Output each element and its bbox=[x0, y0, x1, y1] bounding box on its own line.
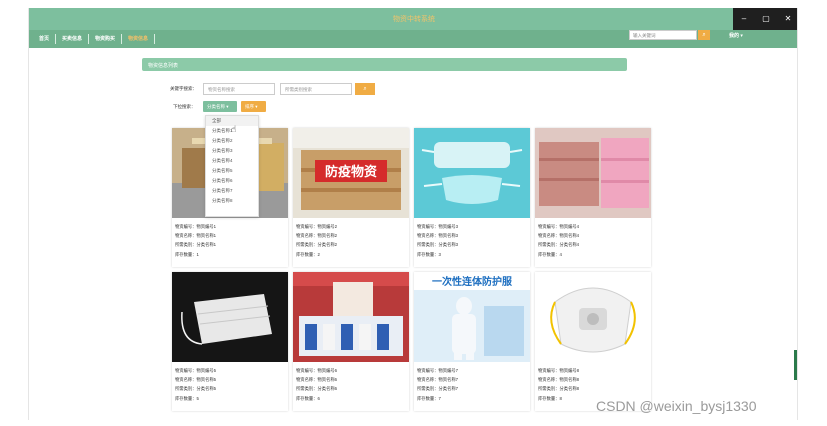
product-type: 所需类别：分类名称4 bbox=[538, 242, 580, 247]
side-scroll-indicator[interactable] bbox=[794, 350, 797, 380]
product-type: 所需类别：分类名称2 bbox=[296, 242, 338, 247]
product-stock: 库存数量：8 bbox=[538, 396, 562, 401]
product-name: 物资名称：物资名称2 bbox=[296, 233, 338, 238]
product-code: 物资编号：物资编号1 bbox=[175, 224, 217, 229]
header-search-button[interactable]: ⌕ bbox=[698, 30, 710, 40]
nav-divider bbox=[55, 34, 56, 44]
pointer-cursor-icon: ☝ bbox=[231, 124, 237, 134]
product-stock: 库存数量：1 bbox=[175, 252, 199, 257]
header-search-input[interactable]: 输入关键词 bbox=[629, 30, 697, 40]
menu-item[interactable]: 分类名称8 bbox=[206, 196, 258, 206]
product-name: 物资名称：物资名称6 bbox=[296, 377, 338, 382]
name-search-input[interactable]: 物资名称搜索 bbox=[203, 83, 275, 95]
product-code: 物资编号：物资编号2 bbox=[296, 224, 338, 229]
menu-item[interactable]: 分类名称3 bbox=[206, 146, 258, 156]
product-image bbox=[535, 272, 651, 362]
product-stock: 库存数量：6 bbox=[296, 396, 320, 401]
minimize-button[interactable]: – bbox=[733, 8, 755, 30]
dropdown-label: 下拉搜索： bbox=[173, 104, 196, 109]
product-name: 物资名称：物资名称3 bbox=[417, 233, 459, 238]
product-image bbox=[535, 128, 651, 218]
section-header: 物资信息列表 bbox=[142, 58, 627, 71]
menu-item[interactable]: 分类名称2 bbox=[206, 136, 258, 146]
product-image bbox=[414, 128, 530, 218]
product-code: 物资编号：物资编号7 bbox=[417, 368, 459, 373]
product-stock: 库存数量：7 bbox=[417, 396, 441, 401]
product-type: 所需类别：分类名称8 bbox=[538, 386, 580, 391]
product-image: 一次性连体防护服 bbox=[414, 272, 530, 362]
banner-text: 防疫物资 bbox=[325, 164, 377, 180]
product-card[interactable]: 物资编号：物资编号6 物资名称：物资名称6 所需类别：分类名称6 库存数量：6 bbox=[293, 272, 409, 411]
maximize-button[interactable]: ▢ bbox=[755, 8, 777, 30]
nav-divider bbox=[154, 34, 155, 44]
watermark: CSDN @weixin_bysj1330 bbox=[596, 398, 757, 414]
product-stock: 库存数量：3 bbox=[417, 252, 441, 257]
search-icon: ⌕ bbox=[363, 86, 367, 92]
nav-item-purchase[interactable]: 物资购买 bbox=[95, 35, 115, 42]
product-image: 防疫物资 bbox=[293, 128, 409, 218]
product-code: 物资编号：物资编号8 bbox=[538, 368, 580, 373]
product-card[interactable]: 物资编号：物资编号3 物资名称：物资名称3 所需类别：分类名称3 库存数量：3 bbox=[414, 128, 530, 267]
product-stock: 库存数量：5 bbox=[175, 396, 199, 401]
nav-divider bbox=[88, 34, 89, 44]
menu-item[interactable]: 分类名称7 bbox=[206, 186, 258, 196]
section-title: 物资信息列表 bbox=[148, 63, 179, 69]
product-name: 物资名称：物资名称8 bbox=[538, 377, 580, 382]
product-image bbox=[172, 272, 288, 362]
sort-dropdown[interactable]: 排序 ▾ bbox=[241, 101, 266, 112]
window-title: 物资中转系统 bbox=[393, 16, 435, 23]
product-name: 物资名称：物资名称1 bbox=[175, 233, 217, 238]
product-stock: 库存数量：2 bbox=[296, 252, 320, 257]
nav-item-home[interactable]: 首页 bbox=[39, 35, 49, 42]
close-button[interactable]: ✕ bbox=[777, 8, 797, 30]
nav-item-supplies[interactable]: 物资信息 bbox=[128, 35, 148, 42]
nav-divider bbox=[121, 34, 122, 44]
product-image bbox=[293, 272, 409, 362]
banner-text: 一次性连体防护服 bbox=[432, 275, 513, 288]
menu-item[interactable]: 分类名称5 bbox=[206, 166, 258, 176]
product-card[interactable]: 物资编号：物资编号4 物资名称：物资名称4 所需类别：分类名称4 库存数量：4 bbox=[535, 128, 651, 267]
product-name: 物资名称：物资名称4 bbox=[538, 233, 580, 238]
type-search-input[interactable]: 所需类别搜索 bbox=[280, 83, 352, 95]
product-type: 所需类别：分类名称1 bbox=[175, 242, 217, 247]
title-bar: 物资中转系统 – ▢ ✕ bbox=[29, 8, 797, 30]
keyword-label: 关键字搜索： bbox=[170, 86, 197, 91]
product-code: 物资编号：物资编号4 bbox=[538, 224, 580, 229]
product-type: 所需类别：分类名称6 bbox=[296, 386, 338, 391]
product-type: 所需类别：分类名称7 bbox=[417, 386, 459, 391]
product-card[interactable]: 防疫物资 物资编号：物资编号2 物资名称：物资名称2 所需类别：分类名称2 库存… bbox=[293, 128, 409, 267]
nav-item-trade-info[interactable]: 买卖信息 bbox=[62, 35, 82, 42]
product-type: 所需类别：分类名称3 bbox=[417, 242, 459, 247]
product-card[interactable]: 一次性连体防护服 物资编号：物资编号7 物资名称：物资名称7 所需类别：分类名称… bbox=[414, 272, 530, 411]
keyword-search-button[interactable]: ⌕ bbox=[355, 83, 375, 95]
product-type: 所需类别：分类名称5 bbox=[175, 386, 217, 391]
product-code: 物资编号：物资编号5 bbox=[175, 368, 217, 373]
product-code: 物资编号：物资编号6 bbox=[296, 368, 338, 373]
product-name: 物资名称：物资名称7 bbox=[417, 377, 459, 382]
product-name: 物资名称：物资名称5 bbox=[175, 377, 217, 382]
product-stock: 库存数量：4 bbox=[538, 252, 562, 257]
user-menu[interactable]: 我的 ▾ bbox=[729, 32, 743, 39]
product-card[interactable]: 物资编号：物资编号8 物资名称：物资名称8 所需类别：分类名称8 库存数量：8 bbox=[535, 272, 651, 411]
menu-item[interactable]: 分类名称6 bbox=[206, 176, 258, 186]
product-card[interactable]: 物资编号：物资编号5 物资名称：物资名称5 所需类别：分类名称5 库存数量：5 bbox=[172, 272, 288, 411]
category-dropdown[interactable]: 分类名称 ▾ bbox=[203, 101, 237, 112]
menu-item[interactable]: 分类名称4 bbox=[206, 156, 258, 166]
search-icon: ⌕ bbox=[702, 32, 706, 38]
product-code: 物资编号：物资编号3 bbox=[417, 224, 459, 229]
